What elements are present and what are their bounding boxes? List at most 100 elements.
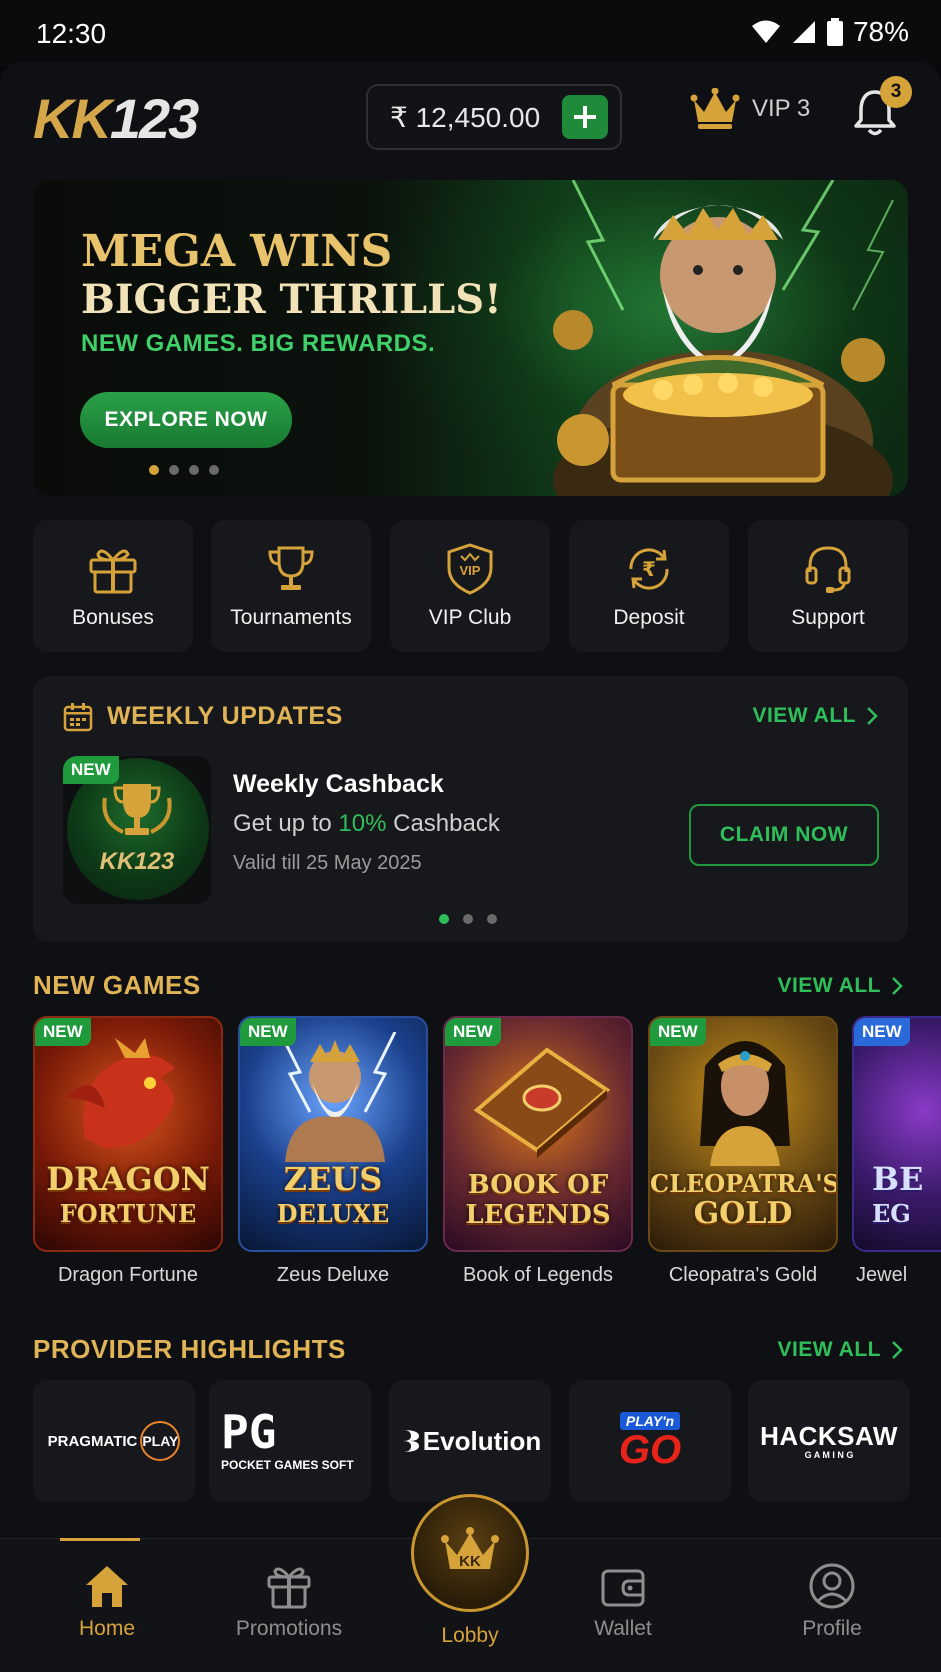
banner-dot-2[interactable] [169,465,179,475]
provider-name: Evolution [422,1425,542,1456]
game-art-line1: BE [872,1160,924,1198]
crown-icon: KK [441,1527,499,1570]
nav-label: Promotions [235,1617,343,1640]
nav-promotions[interactable]: Promotions [199,1563,379,1641]
game-name[interactable]: Dragon Fortune [33,1264,223,1287]
game-card-dragon-fortune[interactable]: DRAGON FORTUNE NEW [33,1016,223,1252]
battery-percent: 78% [852,16,909,47]
nav-label: Home [78,1617,136,1640]
nav-lobby-button[interactable]: KK [411,1494,529,1612]
game-art-title: ZEUS DELUXE [240,1163,426,1230]
battery-icon [826,18,843,46]
game-name[interactable]: Cleopatra's Gold [648,1264,838,1287]
add-funds-button[interactable] [562,95,608,139]
status-icons: 78% [751,16,909,48]
game-art-line1: DRAGON [46,1160,210,1198]
banner-title-line2: BIGGER THRILLS! [81,276,502,323]
game-art-title: BE EG [872,1163,941,1230]
providers-view-all-link[interactable]: VIEW ALL [777,1338,903,1362]
profile-icon [809,1563,855,1609]
plus-icon [574,106,596,128]
nav-wallet[interactable]: Wallet [533,1563,713,1641]
game-art-title: DRAGON FORTUNE [35,1163,221,1230]
new-tag: NEW [240,1018,296,1046]
quick-action-label: Tournaments [230,606,352,629]
new-tag: NEW [650,1018,706,1046]
quick-action-bonuses[interactable]: Bonuses [33,520,193,652]
game-art-line2: FORTUNE [59,1199,197,1228]
game-name[interactable]: Zeus Deluxe [238,1264,428,1287]
provider-name: PG [221,1405,277,1459]
vip-label: VIP 3 [752,95,811,122]
nav-home[interactable]: Home [17,1563,197,1641]
new-games-title: NEW GAMES [33,970,201,1000]
banner-pagination[interactable] [149,465,219,475]
game-art-line2: EG [872,1199,911,1228]
provider-name-2: G A M I N G [804,1450,854,1460]
cashback-desc-suffix: Cashback [386,810,500,837]
game-card-zeus-deluxe[interactable]: ZEUS DELUXE NEW [238,1016,428,1252]
claim-now-button[interactable]: CLAIM NOW [689,804,879,866]
banner-dot-1[interactable] [149,465,159,475]
promo-banner[interactable]: MEGA WINS BIGGER THRILLS! NEW GAMES. BIG… [33,180,908,496]
notifications-button[interactable]: 3 [852,76,912,138]
provider-playngo[interactable]: PLAY'n GO [569,1380,731,1502]
provider-pragmatic-play[interactable]: PRAGMATIC PLAY [33,1380,195,1502]
game-art-line1: BOOK OF [467,1170,609,1200]
game-art-title: CLEOPATRA'S GOLD [650,1169,836,1230]
home-icon [86,1566,128,1607]
wallet-balance[interactable]: ₹ 12,450.00 [366,84,622,150]
cashback-description: Get up to 10% Cashback [233,810,500,838]
banner-dot-4[interactable] [209,465,219,475]
quick-action-label: VIP Club [428,606,512,629]
provider-hacksaw[interactable]: HACKSAW G A M I N G [748,1380,910,1502]
notification-badge: 3 [880,76,912,108]
book-illustration [473,1047,611,1158]
game-card-cleopatras-gold[interactable]: CLEOPATRA'S GOLD NEW [648,1016,838,1252]
brand-logo[interactable]: KK123 [33,86,199,151]
evolution-logo-icon [402,1430,419,1452]
game-name[interactable]: Jewel [856,1264,941,1287]
rupee-refresh-icon: ₹ [629,548,669,590]
weekly-dot-3[interactable] [487,914,497,924]
cashback-desc-prefix: Get up to [233,810,339,837]
provider-name: PRAGMATIC [47,1432,138,1450]
gift-icon [267,1567,311,1609]
nav-label-lobby[interactable]: Lobby [411,1624,529,1648]
weekly-view-all-link[interactable]: VIEW ALL [752,704,878,728]
weekly-dot-2[interactable] [463,914,473,924]
balance-amount: ₹ 12,450.00 [390,101,541,133]
game-card-jewel[interactable]: BE EG NEW [852,1016,941,1252]
vip-level[interactable]: VIP 3 [690,88,810,130]
explore-now-button[interactable]: EXPLORE NOW [80,392,292,448]
game-card-book-of-legends[interactable]: BOOK OF LEGENDS NEW [443,1016,633,1252]
wallet-icon [601,1569,645,1607]
status-bar: 12:30 78% [0,0,941,66]
banner-dot-3[interactable] [189,465,199,475]
provider-pg-soft[interactable]: PG POCKET GAMES SOFT [209,1380,371,1502]
badge-brand-text: KK123 [99,848,175,875]
game-art-line2: DELUXE [276,1199,390,1228]
new-games-view-all-link[interactable]: VIEW ALL [777,974,903,998]
quick-action-deposit[interactable]: ₹ Deposit [569,520,729,652]
cashback-title: Weekly Cashback [233,770,444,798]
status-time: 12:30 [36,18,107,49]
provider-evolution[interactable]: Evolution [389,1380,551,1502]
quick-action-label: Bonuses [72,606,154,629]
quick-action-vip-club[interactable]: VIP VIP Club [390,520,550,652]
nav-profile[interactable]: Profile [742,1563,922,1641]
game-art-title: BOOK OF LEGENDS [445,1170,631,1230]
provider-name-2: POCKET GAMES SOFT [221,1458,354,1472]
app-shell: KK123 ₹ 12,450.00 VIP 3 3 MEGA WINS BIGG… [0,62,941,1672]
svg-text:VIP: VIP [460,563,481,578]
quick-action-support[interactable]: Support [748,520,908,652]
weekly-updates-title: WEEKLY UPDATES [107,702,343,730]
quick-action-tournaments[interactable]: Tournaments [211,520,371,652]
weekly-dot-1[interactable] [439,914,449,924]
game-name[interactable]: Book of Legends [443,1264,633,1287]
cashback-badge: KK123 NEW [63,756,211,904]
nav-label: Profile [802,1617,862,1640]
crown-icon [690,88,740,129]
calendar-icon [63,703,93,732]
weekly-pagination[interactable] [439,914,497,924]
